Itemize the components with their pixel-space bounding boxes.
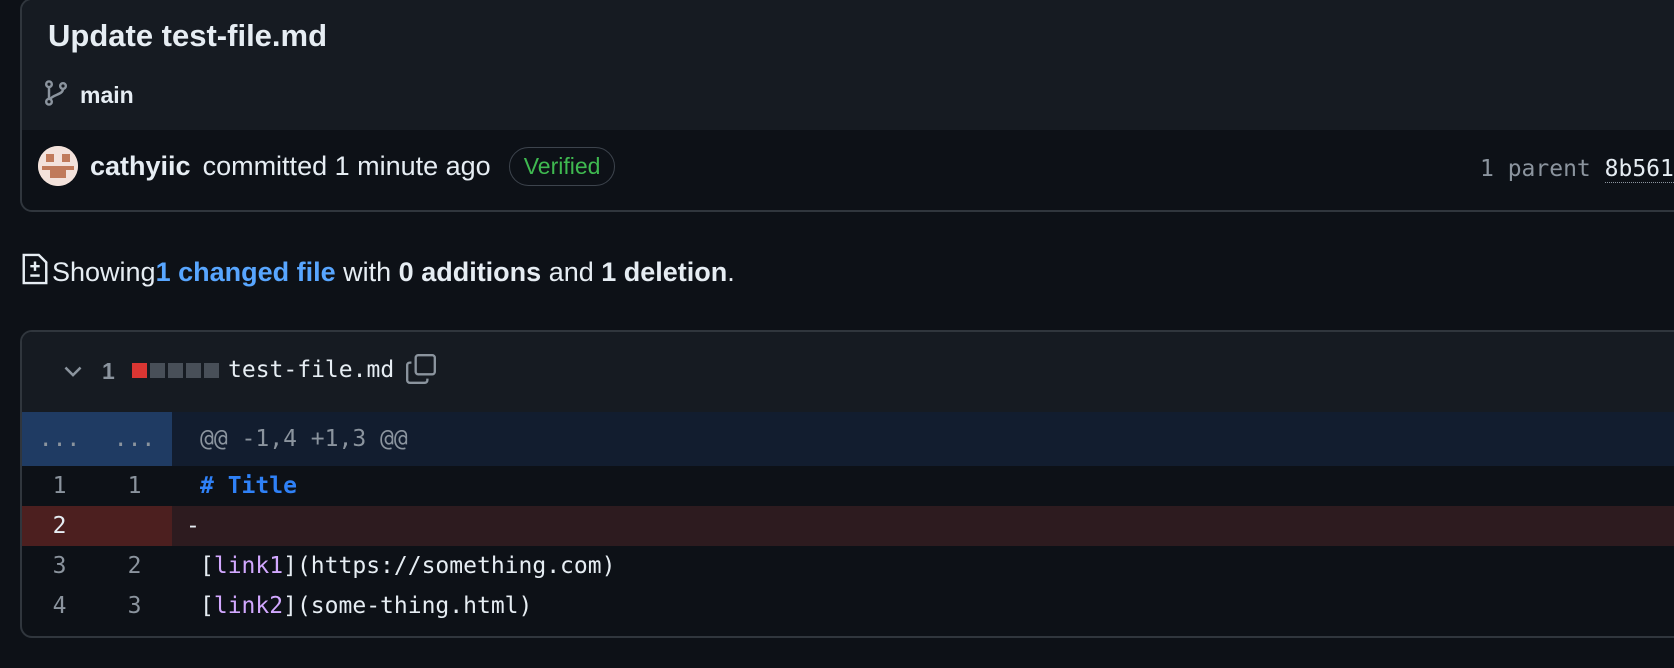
- chevron-down-icon[interactable]: [62, 360, 84, 382]
- line-content: [link2](some-thing.html): [172, 586, 1674, 626]
- parent-info: 1 parent 8b561: [1480, 156, 1674, 183]
- verified-badge[interactable]: Verified: [508, 146, 616, 186]
- branch-row[interactable]: main: [42, 78, 134, 113]
- summary-suffix: .: [727, 257, 735, 287]
- additions-count: 0 additions: [398, 257, 542, 287]
- line-content: # Title: [172, 466, 1674, 506]
- hunk-header-row: ... ... @@ -1,4 +1,3 @@: [22, 412, 1674, 466]
- markdown-heading: # Title: [200, 473, 297, 499]
- commit-header: Update test-file.md main: [22, 0, 1674, 132]
- bracket-open: [: [200, 593, 214, 619]
- commit-time: committed 1 minute ago: [202, 150, 491, 181]
- new-line-number[interactable]: 1: [97, 466, 172, 506]
- old-line-number[interactable]: 2: [22, 506, 97, 546]
- deletions-count: 1 deletion: [601, 257, 728, 287]
- line-content: [link1](https://something.com): [172, 546, 1674, 586]
- bracket-open: [: [200, 553, 214, 579]
- file-name-link[interactable]: test-file.md: [228, 357, 394, 383]
- diff-summary: Showing 1 changed file with 0 additions …: [20, 252, 735, 293]
- old-line-number[interactable]: 3: [22, 546, 97, 586]
- git-branch-icon: [42, 78, 70, 113]
- link-text: link1: [213, 553, 284, 579]
- branch-name[interactable]: main: [80, 82, 134, 109]
- diff-line-deleted: 2 -: [22, 506, 1674, 546]
- summary-and: and: [541, 257, 602, 287]
- summary-prefix: Showing: [52, 257, 156, 287]
- diff-file: 1 test-file.md ... ... @@ -1,4 +1,3 @@ 1…: [20, 330, 1674, 638]
- author-row: cathyiic committed 1 minute ago Verified: [38, 146, 616, 186]
- avatar[interactable]: [38, 146, 78, 186]
- diff-line: 3 2 [link1](https://something.com): [22, 546, 1674, 586]
- diff-table: ... ... @@ -1,4 +1,3 @@ 1 1 # Title 2 - …: [22, 412, 1674, 626]
- copy-icon[interactable]: [404, 352, 438, 386]
- diffstat-neutral-block: [168, 363, 183, 378]
- commit-meta: cathyiic committed 1 minute ago Verified…: [22, 130, 1674, 210]
- summary-with: with: [335, 257, 399, 287]
- change-count: 1: [102, 358, 115, 384]
- file-diff-icon: [20, 252, 52, 293]
- parent-sha-link[interactable]: 8b561: [1604, 156, 1674, 183]
- commit-card: Update test-file.md main cathyiic commit…: [20, 0, 1674, 212]
- diffstat-neutral-block: [186, 363, 201, 378]
- diffstat-neutral-block: [150, 363, 165, 378]
- diffstat-deleted-block: [132, 363, 147, 378]
- changed-files-link[interactable]: 1 changed file: [156, 257, 336, 288]
- diff-line: 4 3 [link2](some-thing.html): [22, 586, 1674, 626]
- file-header: 1 test-file.md: [22, 332, 1674, 414]
- expand-old-button[interactable]: ...: [22, 412, 97, 466]
- link-target: ](some-thing.html): [283, 593, 533, 619]
- line-content: -: [186, 513, 200, 539]
- parent-label: 1 parent: [1480, 156, 1591, 182]
- expand-new-button[interactable]: ...: [97, 412, 172, 466]
- hunk-header: @@ -1,4 +1,3 @@: [200, 426, 408, 452]
- diffstat-neutral-block: [204, 363, 219, 378]
- new-line-number[interactable]: 3: [97, 586, 172, 626]
- old-line-number[interactable]: 4: [22, 586, 97, 626]
- diff-line: 1 1 # Title: [22, 466, 1674, 506]
- link-text: link2: [213, 593, 284, 619]
- commit-title: Update test-file.md: [48, 18, 328, 53]
- old-line-number[interactable]: 1: [22, 466, 97, 506]
- link-target: ](https://something.com): [283, 553, 616, 579]
- new-line-number[interactable]: [97, 506, 172, 546]
- author-name[interactable]: cathyiic: [90, 151, 191, 182]
- diffstat-bar: [132, 363, 219, 378]
- new-line-number[interactable]: 2: [97, 546, 172, 586]
